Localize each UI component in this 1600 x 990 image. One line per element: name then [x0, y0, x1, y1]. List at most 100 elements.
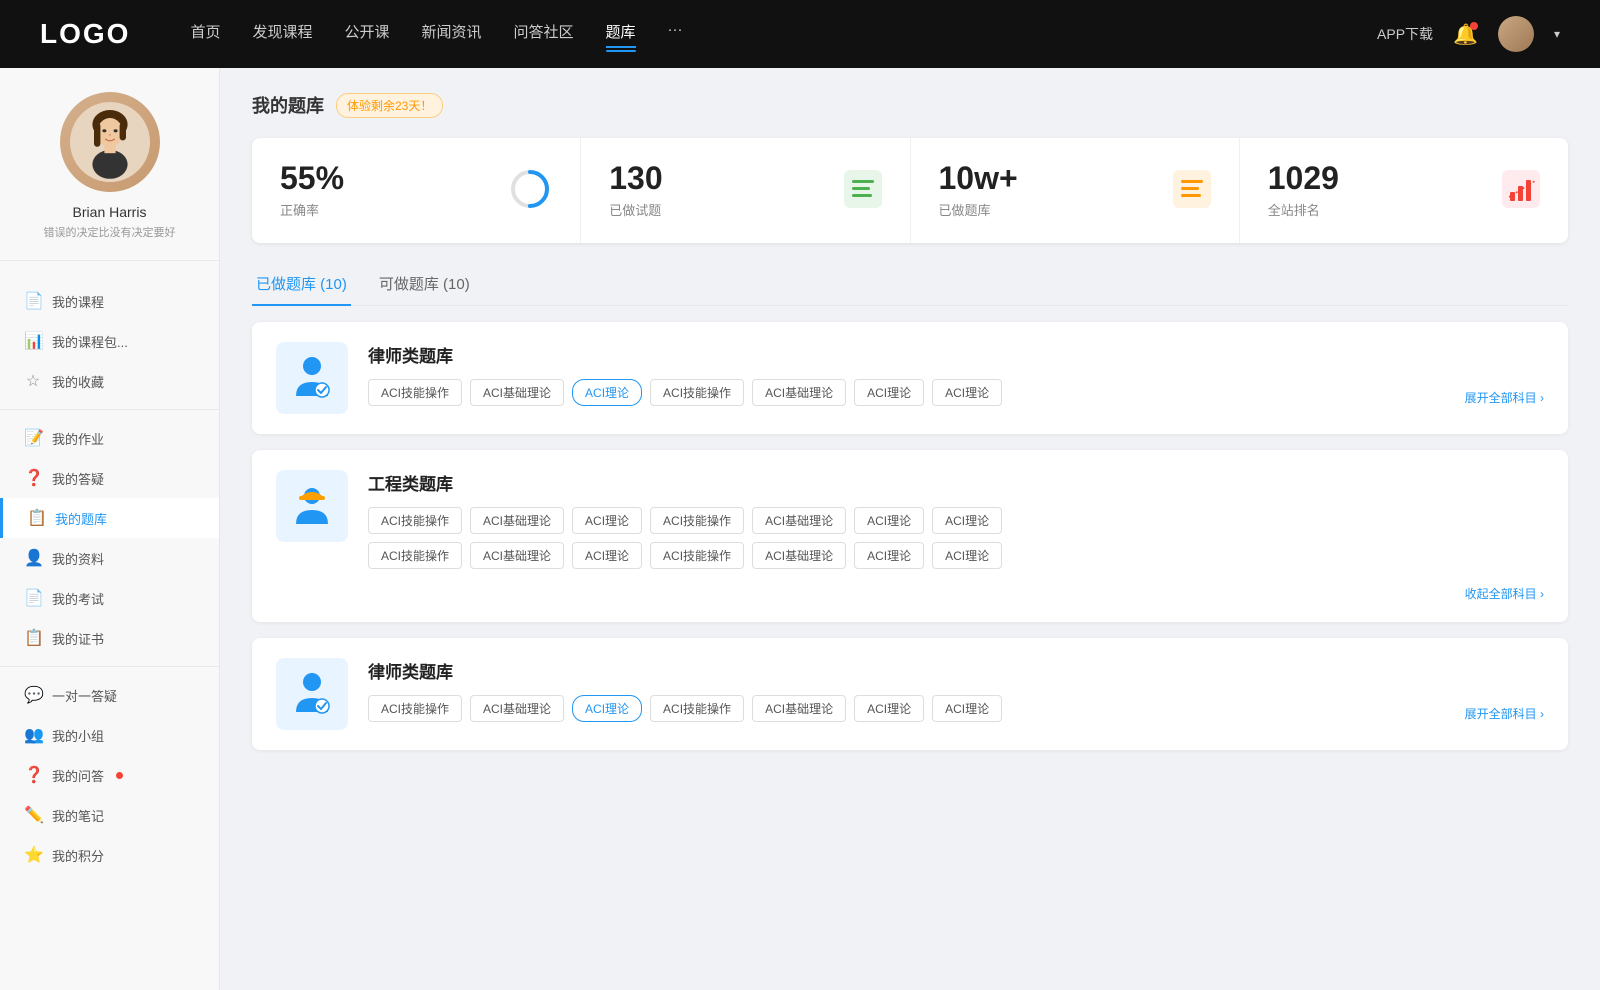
- qbank-icon-lawyer1: [276, 342, 348, 414]
- tag-eng-2-1[interactable]: ACI技能操作: [368, 542, 462, 569]
- tag-lawyer2-1[interactable]: ACI技能操作: [368, 695, 462, 722]
- sidebar-item-favorites[interactable]: ☆ 我的收藏: [0, 361, 219, 401]
- main-content: 我的题库 体验剩余23天！ 55% 正确率: [220, 68, 1600, 990]
- sidebar-item-course-pack[interactable]: 📊 我的课程包...: [0, 321, 219, 361]
- menu-divider-1: [0, 409, 219, 410]
- tag-lawyer2-7[interactable]: ACI理论: [932, 695, 1002, 722]
- avatar[interactable]: [1498, 16, 1534, 52]
- sidebar-item-cert[interactable]: 📋 我的证书: [0, 618, 219, 658]
- group-icon: 👥: [24, 725, 42, 745]
- nav-qbank[interactable]: 题库: [606, 17, 636, 52]
- tag-eng-2-5[interactable]: ACI基础理论: [752, 542, 846, 569]
- profile-motto: 错误的决定比没有决定要好: [20, 224, 199, 240]
- tag-eng-1-6[interactable]: ACI理论: [854, 507, 924, 534]
- tab-done[interactable]: 已做题库 (10): [252, 263, 351, 306]
- sidebar-item-homework[interactable]: 📝 我的作业: [0, 418, 219, 458]
- tag-eng-1-1[interactable]: ACI技能操作: [368, 507, 462, 534]
- stat-ranking-label: 全站排名: [1268, 200, 1486, 219]
- tag-lawyer2-4[interactable]: ACI技能操作: [650, 695, 744, 722]
- sidebar-item-group[interactable]: 👥 我的小组: [0, 715, 219, 755]
- tag-lawyer1-7[interactable]: ACI理论: [932, 379, 1002, 406]
- profile-name: Brian Harris: [20, 204, 199, 220]
- tag-lawyer1-1[interactable]: ACI技能操作: [368, 379, 462, 406]
- tab-available[interactable]: 可做题库 (10): [375, 263, 474, 306]
- sidebar-item-exam[interactable]: 📄 我的考试: [0, 578, 219, 618]
- tag-eng-2-4[interactable]: ACI技能操作: [650, 542, 744, 569]
- logo: LOGO: [40, 18, 130, 50]
- sidebar-item-course[interactable]: 📄 我的课程: [0, 281, 219, 321]
- sidebar-item-points[interactable]: ⭐ 我的积分: [0, 835, 219, 875]
- page-title: 我的题库: [252, 92, 324, 118]
- tag-eng-1-5[interactable]: ACI基础理论: [752, 507, 846, 534]
- tag-lawyer2-6[interactable]: ACI理论: [854, 695, 924, 722]
- tab-bar: 已做题库 (10) 可做题库 (10): [252, 263, 1568, 306]
- bar-chart-icon: 📊: [24, 331, 42, 351]
- stat-accuracy-label: 正确率: [280, 200, 492, 219]
- sidebar: Brian Harris 错误的决定比没有决定要好 📄 我的课程 📊 我的课程包…: [0, 68, 220, 990]
- nav-open-course[interactable]: 公开课: [344, 17, 389, 52]
- sidebar-item-notes[interactable]: ✏️ 我的笔记: [0, 795, 219, 835]
- tag-lawyer1-2[interactable]: ACI基础理论: [470, 379, 564, 406]
- nav-news[interactable]: 新闻资讯: [422, 17, 482, 52]
- tag-lawyer1-4[interactable]: ACI技能操作: [650, 379, 744, 406]
- sidebar-item-tutor[interactable]: 💬 一对一答疑: [0, 675, 219, 715]
- sidebar-profile: Brian Harris 错误的决定比没有决定要好: [0, 92, 219, 261]
- sidebar-label-group: 我的小组: [52, 726, 104, 745]
- expand-link-lawyer1[interactable]: 展开全部科目 ›: [1465, 389, 1544, 406]
- tag-eng-1-2[interactable]: ACI基础理论: [470, 507, 564, 534]
- sidebar-item-qa[interactable]: ❓ 我的答疑: [0, 458, 219, 498]
- sidebar-label-points: 我的积分: [52, 846, 104, 865]
- qbank-title-lawyer2: 律师类题库: [368, 658, 1544, 683]
- tag-lawyer1-6[interactable]: ACI理论: [854, 379, 924, 406]
- tag-eng-2-3[interactable]: ACI理论: [572, 542, 642, 569]
- star-icon: ☆: [24, 371, 42, 391]
- tag-eng-2-6[interactable]: ACI理论: [854, 542, 924, 569]
- points-icon: ⭐: [24, 845, 42, 865]
- stat-banks-value: 10w+: [939, 162, 1157, 194]
- tag-lawyer1-5[interactable]: ACI基础理论: [752, 379, 846, 406]
- stat-ranking-value: 1029: [1268, 162, 1486, 194]
- trial-badge: 体验剩余23天！: [336, 93, 443, 118]
- homework-icon: 📝: [24, 428, 42, 448]
- stats-row: 55% 正确率 130 已做试题: [252, 138, 1568, 243]
- nav-qa[interactable]: 问答社区: [514, 17, 574, 52]
- navbar: LOGO 首页 发现课程 公开课 新闻资讯 问答社区 题库 ··· APP下载 …: [0, 0, 1600, 68]
- expand-link-lawyer2[interactable]: 展开全部科目 ›: [1465, 705, 1544, 722]
- list-green-icon: [844, 170, 882, 211]
- collapse-link-engineer[interactable]: 收起全部科目 ›: [1465, 585, 1544, 602]
- exam-icon: 📄: [24, 588, 42, 608]
- tag-eng-1-7[interactable]: ACI理论: [932, 507, 1002, 534]
- tag-lawyer2-2[interactable]: ACI基础理论: [470, 695, 564, 722]
- tag-eng-2-7[interactable]: ACI理论: [932, 542, 1002, 569]
- sidebar-label-qbank: 我的题库: [55, 509, 107, 528]
- question-badge: [116, 772, 123, 779]
- sidebar-label-course-pack: 我的课程包...: [52, 332, 128, 351]
- circular-progress-icon: [508, 167, 552, 214]
- tag-eng-1-3[interactable]: ACI理论: [572, 507, 642, 534]
- chevron-down-icon[interactable]: ▾: [1554, 27, 1560, 41]
- sidebar-item-profile[interactable]: 👤 我的资料: [0, 538, 219, 578]
- stat-banks-label: 已做题库: [939, 200, 1157, 219]
- tag-lawyer1-3[interactable]: ACI理论: [572, 379, 642, 406]
- stat-questions-value: 130: [609, 162, 827, 194]
- sidebar-item-questions[interactable]: ❓ 我的问答: [0, 755, 219, 795]
- tag-lawyer2-5[interactable]: ACI基础理论: [752, 695, 846, 722]
- sidebar-menu: 📄 我的课程 📊 我的课程包... ☆ 我的收藏 📝 我的作业 ❓ 我的答疑 �: [0, 273, 219, 883]
- sidebar-label-exam: 我的考试: [52, 589, 104, 608]
- nav-more[interactable]: ···: [668, 17, 683, 52]
- profile-avatar: [60, 92, 160, 192]
- notification-bell[interactable]: 🔔: [1453, 22, 1478, 47]
- tag-eng-2-2[interactable]: ACI基础理论: [470, 542, 564, 569]
- sidebar-item-qbank[interactable]: 📋 我的题库: [0, 498, 219, 538]
- tag-eng-1-4[interactable]: ACI技能操作: [650, 507, 744, 534]
- nav-home[interactable]: 首页: [190, 17, 220, 52]
- app-download-button[interactable]: APP下载: [1377, 24, 1433, 44]
- stat-accuracy-value: 55%: [280, 162, 492, 194]
- qbank-card-engineer: 工程类题库 ACI技能操作 ACI基础理论 ACI理论 ACI技能操作 ACI基…: [252, 450, 1568, 622]
- nav-discover[interactable]: 发现课程: [252, 17, 312, 52]
- sidebar-label-qa: 我的答疑: [52, 469, 104, 488]
- qbank-icon: 📋: [27, 508, 45, 528]
- qbank-title-lawyer1: 律师类题库: [368, 342, 1544, 367]
- page-header: 我的题库 体验剩余23天！: [252, 92, 1568, 118]
- tag-lawyer2-3[interactable]: ACI理论: [572, 695, 642, 722]
